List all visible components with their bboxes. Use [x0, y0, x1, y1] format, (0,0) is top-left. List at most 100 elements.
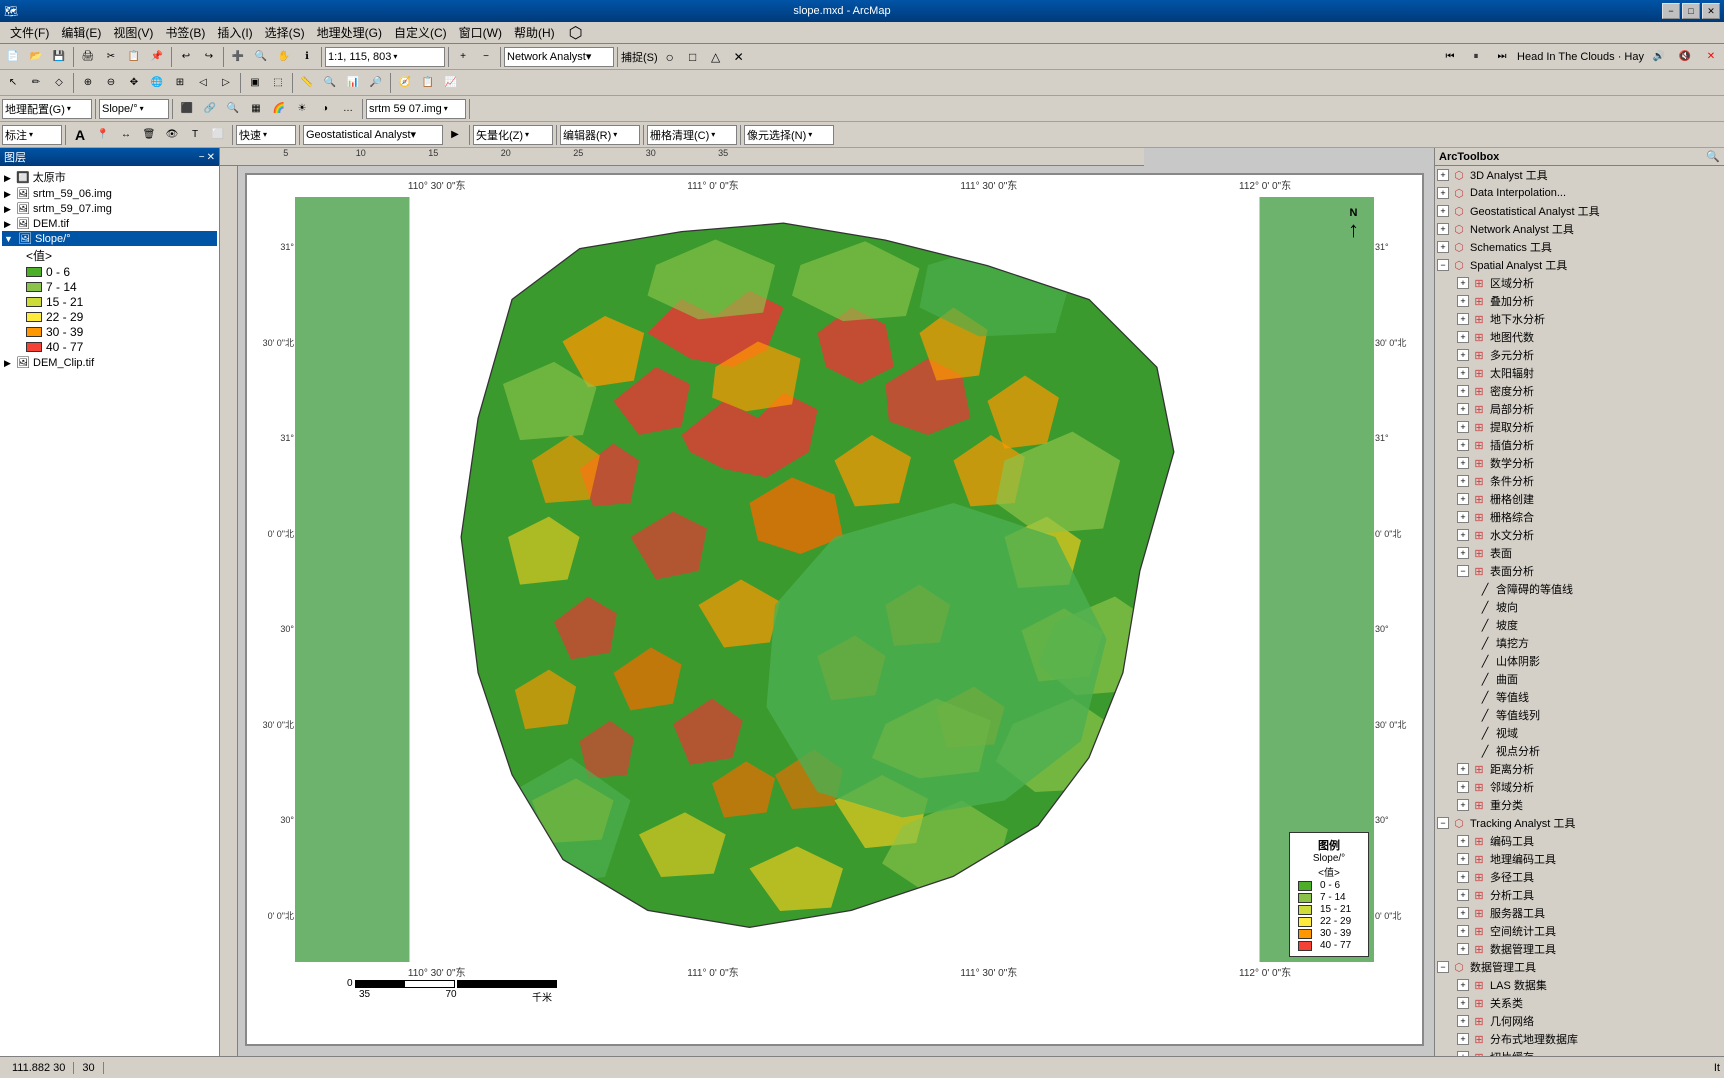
d2[interactable]: + — [1457, 997, 1469, 1009]
t3[interactable]: + — [1457, 871, 1469, 883]
toolbox-hydro[interactable]: +⊞水文分析 — [1455, 526, 1724, 544]
geo-config-combo[interactable]: 地理配置(G)▾ — [2, 99, 92, 119]
add-data-btn[interactable]: ➕ — [227, 46, 249, 68]
prev-btn[interactable]: ⏮ — [1439, 46, 1461, 68]
close-media-btn[interactable]: ✕ — [1700, 46, 1722, 68]
zoom-layer-btn[interactable]: 🌐 — [146, 72, 168, 94]
mapnav-btn[interactable]: 🧭 — [394, 72, 416, 94]
toolbox-spatial[interactable]: − ⬡ Spatial Analyst 工具 — [1435, 256, 1724, 274]
toolbox-contour-list[interactable]: ╱等值线列 — [1475, 706, 1724, 724]
label-view-btn[interactable]: 👁 — [161, 124, 183, 146]
report-btn[interactable]: 📋 — [417, 72, 439, 94]
volume-btn[interactable]: 🔊 — [1648, 46, 1670, 68]
toolbox-distributed[interactable]: +⊞分布式地理数据库 — [1455, 1030, 1724, 1048]
toolbox-groundwater[interactable]: +⊞地下水分析 — [1455, 310, 1724, 328]
panel-close-icon[interactable]: ✕ — [207, 152, 215, 163]
e10[interactable]: + — [1457, 439, 1469, 451]
toolbox-slope[interactable]: ╱坡度 — [1475, 616, 1724, 634]
copy-btn[interactable]: 📋 — [123, 46, 145, 68]
zoom-out-btn[interactable]: − — [475, 46, 497, 68]
toolbox-math[interactable]: +⊞数学分析 — [1455, 454, 1724, 472]
toolbox-network[interactable]: + ⬡ Network Analyst 工具 — [1435, 220, 1724, 238]
toolbox-server[interactable]: +⊞服务器工具 — [1455, 904, 1724, 922]
measure-btn[interactable]: 📏 — [296, 72, 318, 94]
zoom-rect-btn[interactable]: ⊕ — [77, 72, 99, 94]
label-combo[interactable]: 标注▾ — [2, 125, 62, 145]
toolbox-cut-fill[interactable]: ╱填挖方 — [1475, 634, 1724, 652]
toolbox-conditional[interactable]: +⊞条件分析 — [1455, 472, 1724, 490]
toolbox-aspect[interactable]: ╱坡向 — [1475, 598, 1724, 616]
identify2-btn[interactable]: 🔍 — [319, 72, 341, 94]
label-bg-btn[interactable]: ⬜ — [207, 124, 229, 146]
table-btn[interactable]: 📊 — [342, 72, 364, 94]
toolbox-relationship[interactable]: +⊞关系类 — [1455, 994, 1724, 1012]
mute-btn[interactable]: 🔇 — [1674, 46, 1696, 68]
arrow-tool[interactable]: ↖ — [2, 72, 24, 94]
expand-geostat[interactable]: + — [1437, 205, 1449, 217]
label-pin-btn[interactable]: 📍 — [92, 124, 114, 146]
layer-demclip[interactable]: ▶ 🖼 DEM_Clip.tif — [2, 355, 217, 370]
slope-combo[interactable]: Slope/° ▾ — [99, 99, 169, 119]
e7[interactable]: + — [1457, 385, 1469, 397]
img-chain-btn[interactable]: 🔗 — [199, 98, 221, 120]
menu-window[interactable]: 窗口(W) — [453, 22, 508, 43]
map-area[interactable]: 5 10 15 20 25 30 35 110° 30' 0"东 111° 0'… — [220, 148, 1434, 1056]
toolbox-tracking[interactable]: − ⬡ Tracking Analyst 工具 — [1435, 814, 1724, 832]
toolbox-distance[interactable]: +⊞距离分析 — [1455, 760, 1724, 778]
menu-file[interactable]: 文件(F) — [4, 22, 55, 43]
pan-btn[interactable]: ✋ — [273, 46, 295, 68]
select-feature-btn[interactable]: ▣ — [244, 72, 266, 94]
zoom-in-btn[interactable]: + — [452, 46, 474, 68]
capture-x[interactable]: ✕ — [728, 46, 750, 68]
capture-circle[interactable]: ○ — [659, 46, 681, 68]
img-ramp-btn[interactable]: 🌈 — [268, 98, 290, 120]
e1[interactable]: + — [1457, 277, 1469, 289]
toolbox-data-management[interactable]: − ⬡ 数据管理工具 — [1435, 958, 1724, 976]
speed-combo[interactable]: 快速▾ — [236, 125, 296, 145]
e13[interactable]: + — [1457, 493, 1469, 505]
img-contrast-btn[interactable]: ◑ — [314, 98, 336, 120]
toolbox-multi[interactable]: +⊞多元分析 — [1455, 346, 1724, 364]
e6[interactable]: + — [1457, 367, 1469, 379]
toolbox-overlay[interactable]: +⊞叠加分析 — [1455, 292, 1724, 310]
undo-btn[interactable]: ↩ — [175, 46, 197, 68]
paste-btn[interactable]: 📌 — [146, 46, 168, 68]
label-move-btn[interactable]: ↔ — [115, 124, 137, 146]
expand-3d[interactable]: + — [1437, 169, 1449, 181]
clear-select-btn[interactable]: ⬚ — [267, 72, 289, 94]
toolbox-curvature[interactable]: ╱曲面 — [1475, 670, 1724, 688]
maximize-button[interactable]: □ — [1682, 3, 1700, 19]
menu-edit[interactable]: 编辑(E) — [55, 22, 107, 43]
toolbox-density[interactable]: +⊞密度分析 — [1455, 382, 1724, 400]
expand-interp[interactable]: + — [1437, 187, 1449, 199]
zoom-out2-btn[interactable]: ⊖ — [100, 72, 122, 94]
d1[interactable]: + — [1457, 979, 1469, 991]
img-more-btn[interactable]: … — [337, 98, 359, 120]
toolbox-neighbor[interactable]: +⊞邻域分析 — [1455, 778, 1724, 796]
toolbox-hillshade[interactable]: ╱山体阴影 — [1475, 652, 1724, 670]
toolbox-surface[interactable]: +⊞表面 — [1455, 544, 1724, 562]
toolbox-geostat[interactable]: + ⬡ Geostatistical Analyst 工具 — [1435, 202, 1724, 220]
toolbox-raster-combine[interactable]: +⊞栅格综合 — [1455, 508, 1724, 526]
toolbox-3d-analyst[interactable]: + ⬡ 3D Analyst 工具 — [1435, 166, 1724, 184]
geostat-go-btn[interactable]: ▶ — [444, 124, 466, 146]
slope-map-container[interactable]: N ↑ 图例 Slope/° <值> 0 - 6 7 - 14 — [295, 197, 1374, 962]
menu-insert[interactable]: 插入(I) — [211, 22, 258, 43]
print-btn[interactable]: 🖨 — [77, 46, 99, 68]
e18[interactable]: + — [1457, 781, 1469, 793]
e16[interactable]: + — [1457, 547, 1469, 559]
menu-bookmarks[interactable]: 书签(B) — [159, 22, 211, 43]
toolbox-spatial-stats[interactable]: +⊞空间统计工具 — [1455, 922, 1724, 940]
cut-btn[interactable]: ✂ — [100, 46, 122, 68]
save-btn[interactable]: 💾 — [48, 46, 70, 68]
d5[interactable]: + — [1457, 1051, 1469, 1056]
toolbox-las[interactable]: +⊞LAS 数据集 — [1455, 976, 1724, 994]
toolbox-encode[interactable]: +⊞编码工具 — [1455, 832, 1724, 850]
t1[interactable]: + — [1457, 835, 1469, 847]
toolbox-algebra[interactable]: +⊞地图代数 — [1455, 328, 1724, 346]
menu-customize[interactable]: 自定义(C) — [388, 22, 453, 43]
network-analyst-combo[interactable]: Network Analyst▾ — [504, 47, 614, 67]
close-button[interactable]: ✕ — [1702, 3, 1720, 19]
back-btn[interactable]: ◁ — [192, 72, 214, 94]
label-a-btn[interactable]: A — [69, 124, 91, 146]
